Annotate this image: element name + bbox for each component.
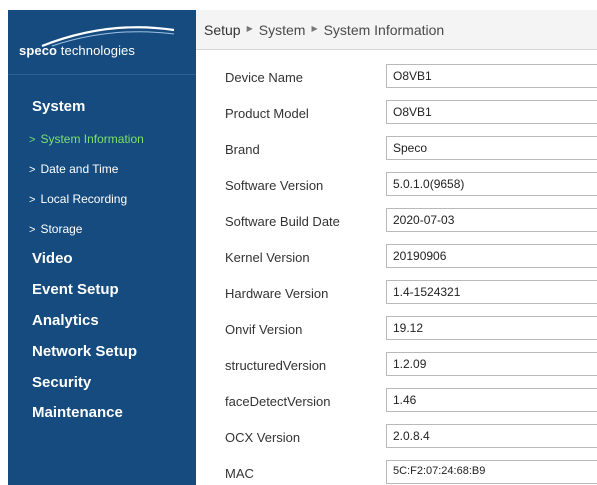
face-detect-version-field[interactable]: 1.46 [386, 388, 597, 412]
sidebar-item-event-setup[interactable]: Event Setup [32, 281, 119, 298]
field-label: structuredVersion [225, 358, 327, 373]
field-label: Kernel Version [225, 250, 310, 265]
field-row-hardware-version: Hardware Version 1.4-1524321 [196, 278, 597, 314]
sidebar-item-local-recording[interactable]: > Local Recording [29, 192, 127, 206]
breadcrumb-item-setup[interactable]: Setup [204, 22, 241, 38]
app-window: speco technologies System > System Inform… [8, 10, 597, 485]
chevron-right-icon: > [29, 134, 36, 146]
field-label: OCX Version [225, 430, 301, 445]
software-version-field[interactable]: 5.0.1.0(9658) [386, 172, 597, 196]
sidebar-item-security[interactable]: Security [32, 374, 91, 391]
field-row-brand: Brand Speco [196, 134, 597, 170]
field-row-device-name: Device Name O8VB1 [196, 62, 597, 98]
field-label: Software Version [225, 178, 324, 193]
field-row-ocx-version: OCX Version 2.0.8.4 [196, 422, 597, 458]
kernel-version-field[interactable]: 20190906 [386, 244, 597, 268]
onvif-version-field[interactable]: 19.12 [386, 316, 597, 340]
field-row-structured-version: structuredVersion 1.2.09 [196, 350, 597, 386]
field-label: Brand [225, 142, 260, 157]
structured-version-field[interactable]: 1.2.09 [386, 352, 597, 376]
hardware-version-field[interactable]: 1.4-1524321 [386, 280, 597, 304]
field-row-software-build-date: Software Build Date 2020-07-03 [196, 206, 597, 242]
device-name-field[interactable]: O8VB1 [386, 64, 597, 88]
breadcrumb-item-system[interactable]: System [259, 22, 306, 38]
sidebar-item-video[interactable]: Video [32, 250, 73, 267]
brand-name: speco technologies [19, 43, 135, 58]
field-row-mac: MAC 5C:F2:07:24:68:B9 [196, 458, 597, 485]
field-label: Onvif Version [225, 322, 303, 337]
field-label: Device Name [225, 70, 304, 85]
chevron-right-icon: > [29, 224, 36, 236]
breadcrumb-arrow-icon: ▶ [311, 24, 318, 33]
main-panel: Setup ▶ System ▶ System Information Devi… [196, 10, 597, 485]
breadcrumb: Setup ▶ System ▶ System Information [196, 10, 597, 50]
field-row-product-model: Product Model O8VB1 [196, 98, 597, 134]
breadcrumb-item-system-information: System Information [323, 21, 445, 38]
field-label: Software Build Date [225, 214, 340, 229]
ocx-version-field[interactable]: 2.0.8.4 [386, 424, 597, 448]
field-label: Hardware Version [225, 286, 329, 301]
field-row-kernel-version: Kernel Version 20190906 [196, 242, 597, 278]
brand-field[interactable]: Speco [386, 136, 597, 160]
field-label: faceDetectVersion [225, 394, 331, 409]
sidebar-item-analytics[interactable]: Analytics [32, 312, 99, 329]
chevron-right-icon: > [29, 194, 36, 206]
field-row-face-detect-version: faceDetectVersion 1.46 [196, 386, 597, 422]
chevron-right-icon: > [29, 164, 36, 176]
product-model-field[interactable]: O8VB1 [386, 100, 597, 124]
software-build-date-field[interactable]: 2020-07-03 [386, 208, 597, 232]
field-row-software-version: Software Version 5.0.1.0(9658) [196, 170, 597, 206]
sidebar-item-system[interactable]: System [32, 98, 85, 115]
brand-logo: speco technologies [8, 10, 196, 75]
field-row-onvif-version: Onvif Version 19.12 [196, 314, 597, 350]
mac-address-field[interactable]: 5C:F2:07:24:68:B9 [386, 460, 597, 484]
sidebar-item-system-information[interactable]: > System Information [29, 132, 144, 146]
sidebar-item-network-setup[interactable]: Network Setup [32, 343, 137, 360]
field-label: Product Model [225, 106, 309, 121]
sidebar-item-storage[interactable]: > Storage [29, 222, 82, 236]
field-label: MAC [225, 466, 254, 481]
breadcrumb-arrow-icon: ▶ [246, 24, 253, 33]
sidebar-item-date-and-time[interactable]: > Date and Time [29, 162, 118, 176]
sidebar: speco technologies System > System Inform… [8, 10, 196, 485]
sidebar-item-maintenance[interactable]: Maintenance [32, 404, 123, 421]
